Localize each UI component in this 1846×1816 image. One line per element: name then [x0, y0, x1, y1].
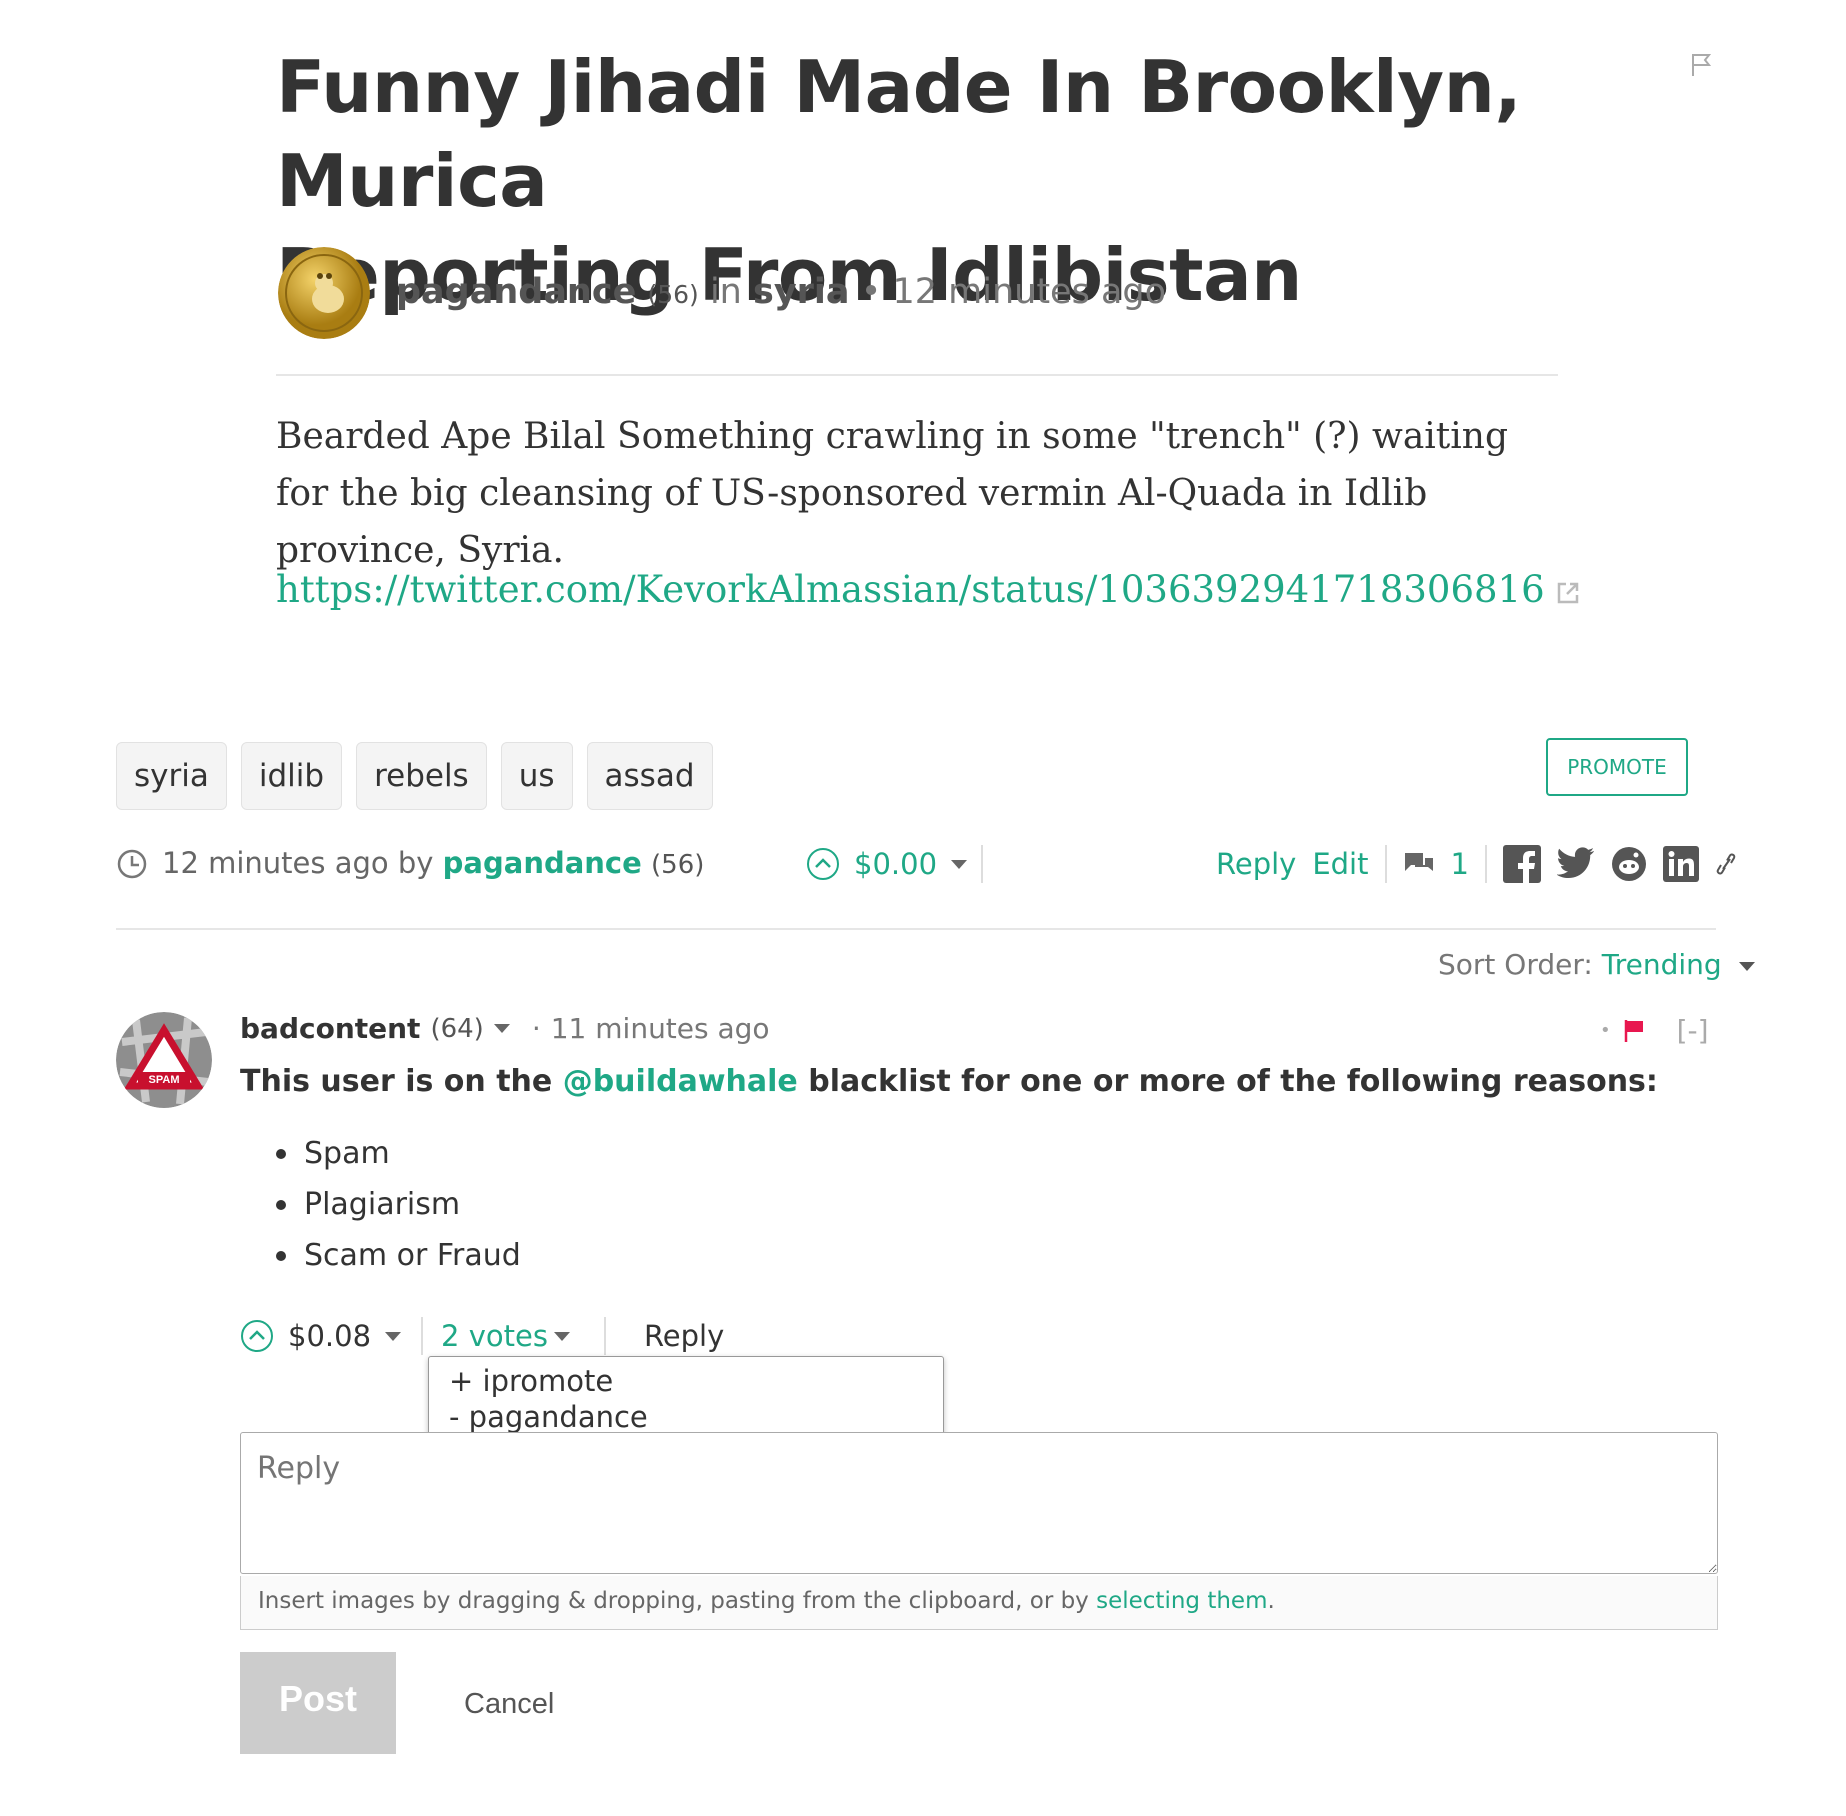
voter-item[interactable]: + ipromote	[449, 1363, 943, 1399]
votes-dropdown[interactable]: 2 votes	[441, 1312, 548, 1360]
tag-syria[interactable]: syria	[116, 742, 227, 810]
sort-label: Sort Order:	[1438, 948, 1593, 981]
reply-textarea[interactable]	[240, 1432, 1718, 1574]
post-vote: $0.00	[806, 840, 984, 888]
chevron-down-icon[interactable]	[1738, 961, 1755, 971]
external-link[interactable]: https://twitter.com/KevorkAlmassian/stat…	[276, 568, 1580, 611]
list-item: Scam or Fraud	[272, 1230, 521, 1281]
comment-author-link[interactable]: badcontent	[240, 1012, 420, 1045]
reddit-icon[interactable]	[1611, 846, 1647, 882]
edit-link[interactable]: Edit	[1312, 840, 1368, 888]
separator	[603, 1317, 606, 1355]
comments-icon[interactable]	[1403, 849, 1435, 879]
category-link[interactable]: syria	[753, 272, 850, 312]
comment-header: badcontent (64) · 11 minutes ago	[240, 1012, 770, 1045]
comment-reply-link[interactable]: Reply	[644, 1312, 724, 1360]
separator-dot: ·	[531, 1012, 541, 1045]
sort-select[interactable]: Trending	[1602, 948, 1722, 981]
author-reputation: (56)	[647, 280, 699, 309]
comment-author-rep: (64)	[430, 1013, 484, 1044]
list-item: Plagiarism	[272, 1179, 521, 1230]
chevron-down-icon[interactable]	[951, 859, 968, 869]
red-flag-icon[interactable]	[1623, 1018, 1645, 1044]
post-title-line1: Funny Jihadi Made In Brooklyn, Murica	[276, 45, 1522, 223]
external-link-icon	[1558, 582, 1579, 603]
cancel-button[interactable]: Cancel	[464, 1688, 554, 1721]
dot-icon: •	[1600, 1020, 1611, 1041]
separator	[1384, 845, 1387, 883]
voter-item[interactable]: - pagandance	[449, 1399, 943, 1435]
separator	[1484, 845, 1487, 883]
separator	[981, 845, 984, 883]
comment-tools: • [-]	[1600, 1014, 1709, 1047]
collapse-toggle[interactable]: [-]	[1677, 1014, 1709, 1047]
post-byline: pagandance (56) in syria • 12 minutes ag…	[396, 272, 1166, 312]
author-link[interactable]: pagandance	[396, 272, 636, 312]
promote-button[interactable]: PROMOTE	[1546, 738, 1688, 796]
comment-avatar[interactable]: SPAM	[116, 1012, 212, 1108]
post-body: Bearded Ape Bilal Something crawling in …	[276, 416, 1509, 571]
comment-count[interactable]: 1	[1451, 840, 1469, 888]
reply-link[interactable]: Reply	[1216, 840, 1296, 888]
post-button[interactable]: Post	[240, 1652, 396, 1754]
divider	[276, 374, 1558, 376]
comment-text-after: blacklist for one or more of the followi…	[797, 1064, 1658, 1099]
post-payout[interactable]: $0.00	[854, 840, 937, 888]
upvote-icon[interactable]	[240, 1319, 274, 1353]
author-avatar[interactable]	[278, 247, 370, 339]
post-time: 12 minutes ago	[892, 272, 1167, 312]
upvote-icon[interactable]	[806, 847, 840, 881]
linkedin-icon[interactable]	[1662, 846, 1699, 882]
link-icon[interactable]	[1715, 849, 1737, 879]
post-actions: Reply Edit 1	[1216, 840, 1737, 888]
chevron-down-icon[interactable]	[385, 1331, 402, 1341]
reason-list: Spam Plagiarism Scam or Fraud	[272, 1128, 521, 1281]
separator	[421, 1317, 424, 1355]
flag-icon[interactable]	[1690, 52, 1712, 78]
comment-time: 11 minutes ago	[550, 1012, 770, 1045]
comment-payout[interactable]: $0.08	[288, 1312, 371, 1360]
voters-popup: + ipromote - pagandance	[428, 1356, 944, 1436]
select-files-link[interactable]: selecting them	[1096, 1588, 1267, 1614]
comment-text-before: This user is on the	[240, 1064, 563, 1099]
divider	[116, 928, 1716, 930]
link-text[interactable]: https://twitter.com/KevorkAlmassian/stat…	[276, 568, 1545, 611]
spam-warning-icon: SPAM	[116, 1012, 212, 1108]
list-item: Spam	[272, 1128, 521, 1179]
tag-us[interactable]: us	[500, 742, 573, 810]
mention-link[interactable]: @buildawhale	[563, 1064, 798, 1099]
byline-separator: •	[860, 272, 882, 312]
tag-idlib[interactable]: idlib	[240, 742, 343, 810]
hint-end: .	[1267, 1588, 1275, 1614]
footer-author-rep: (56)	[651, 850, 705, 880]
chevron-down-icon[interactable]	[553, 1331, 570, 1341]
facebook-icon[interactable]	[1502, 845, 1541, 883]
comment-vote-bar: $0.08 2 votes Reply	[240, 1312, 724, 1360]
gold-coin-icon	[278, 247, 370, 339]
footer-time: 12 minutes ago by	[162, 846, 434, 880]
hint-text: Insert images by dragging & dropping, pa…	[258, 1588, 1097, 1614]
tag-rebels[interactable]: rebels	[356, 742, 487, 810]
in-word: in	[709, 272, 742, 312]
post-footer-meta: 12 minutes ago by pagandance (56)	[116, 840, 704, 888]
upload-hint: Insert images by dragging & dropping, pa…	[240, 1576, 1718, 1630]
sort-order: Sort Order: Trending	[1438, 948, 1755, 981]
tag-list: syria idlib rebels us assad	[116, 742, 713, 810]
footer-author-link[interactable]: pagandance	[443, 846, 642, 880]
twitter-icon[interactable]	[1556, 847, 1595, 881]
comment-text: This user is on the @buildawhale blackli…	[240, 1058, 1658, 1106]
tag-assad[interactable]: assad	[586, 742, 713, 810]
svg-text:SPAM: SPAM	[149, 1074, 180, 1086]
chevron-down-icon[interactable]	[493, 1024, 510, 1033]
clock-icon	[117, 849, 147, 879]
